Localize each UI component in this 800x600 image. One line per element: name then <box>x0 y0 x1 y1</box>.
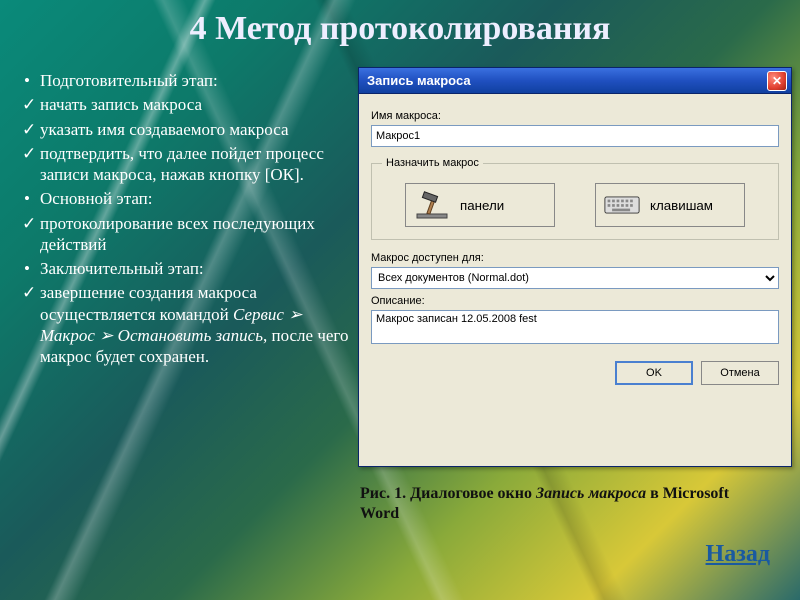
final-prefix: завершение создания макроса осуществляет… <box>40 283 257 323</box>
dialog-title: Запись макроса <box>367 73 471 88</box>
assign-panels-label: панели <box>460 198 504 213</box>
list-item: завершение создания макроса осуществляет… <box>20 282 350 367</box>
list-item: Основной этап: <box>20 188 350 209</box>
list-item: указать имя создаваемого макроса <box>20 119 350 140</box>
menu-sep-1: ➢ <box>284 305 303 324</box>
list-item: начать запись макроса <box>20 94 350 115</box>
macro-name-label: Имя макроса: <box>371 110 779 122</box>
back-link[interactable]: Назад <box>706 541 770 568</box>
list-item-text: указать имя создаваемого макроса <box>40 120 289 139</box>
text-content: Подготовительный этап: начать запись мак… <box>20 70 350 370</box>
close-button[interactable]: ✕ <box>767 71 787 91</box>
dialog-titlebar[interactable]: Запись макроса ✕ <box>359 68 791 94</box>
menu-cmd-1: Сервис <box>233 305 284 324</box>
slide-root: 4 Метод протоколирования Подготовительны… <box>0 0 800 600</box>
assign-panels-button[interactable]: панели <box>405 183 555 227</box>
macro-name-input[interactable] <box>371 125 779 147</box>
list-item-text: Основной этап: <box>40 189 152 208</box>
caption-italic: Запись макроса <box>536 485 646 502</box>
ok-button[interactable]: OK <box>615 361 693 385</box>
dialog-body: Имя макроса: Назначить макрос панели <box>359 94 791 393</box>
list-item: Подготовительный этап: <box>20 70 350 91</box>
menu-cmd-3: Остановить запись <box>118 326 263 345</box>
list-item: Заключительный этап: <box>20 258 350 279</box>
list-item-text: подтвердить, что далее пойдет процесс за… <box>40 144 324 184</box>
list-item-text: Заключительный этап: <box>40 259 204 278</box>
hammer-icon <box>414 189 450 221</box>
list-item: подтвердить, что далее пойдет процесс за… <box>20 143 350 186</box>
macro-desc-input[interactable] <box>371 310 779 344</box>
macro-desc-label: Описание: <box>371 295 779 307</box>
menu-cmd-2: Макрос <box>40 326 95 345</box>
slide-title: 4 Метод протоколирования <box>0 10 800 48</box>
macro-available-label: Макрос доступен для: <box>371 252 779 264</box>
list-item-text: протоколирование всех последующих действ… <box>40 214 315 254</box>
figure-caption: Рис. 1. Диалоговое окно Запись макроса в… <box>360 484 730 524</box>
assign-macro-group: Назначить макрос панели <box>371 157 779 240</box>
caption-prefix: Рис. 1. Диалоговое окно <box>360 485 536 502</box>
list-item-text: начать запись макроса <box>40 95 202 114</box>
assign-keys-label: клавишам <box>650 198 713 213</box>
cancel-button[interactable]: Отмена <box>701 361 779 385</box>
menu-sep-2: ➢ <box>95 326 118 345</box>
macro-available-select[interactable]: Всех документов (Normal.dot) <box>371 267 779 289</box>
list-item-text: Подготовительный этап: <box>40 71 218 90</box>
assign-macro-legend: Назначить макрос <box>382 157 483 169</box>
macro-record-dialog: Запись макроса ✕ Имя макроса: Назначить … <box>358 67 792 467</box>
keyboard-icon <box>604 189 640 221</box>
list-item: протоколирование всех последующих действ… <box>20 213 350 256</box>
close-icon: ✕ <box>772 74 782 88</box>
assign-keys-button[interactable]: клавишам <box>595 183 745 227</box>
